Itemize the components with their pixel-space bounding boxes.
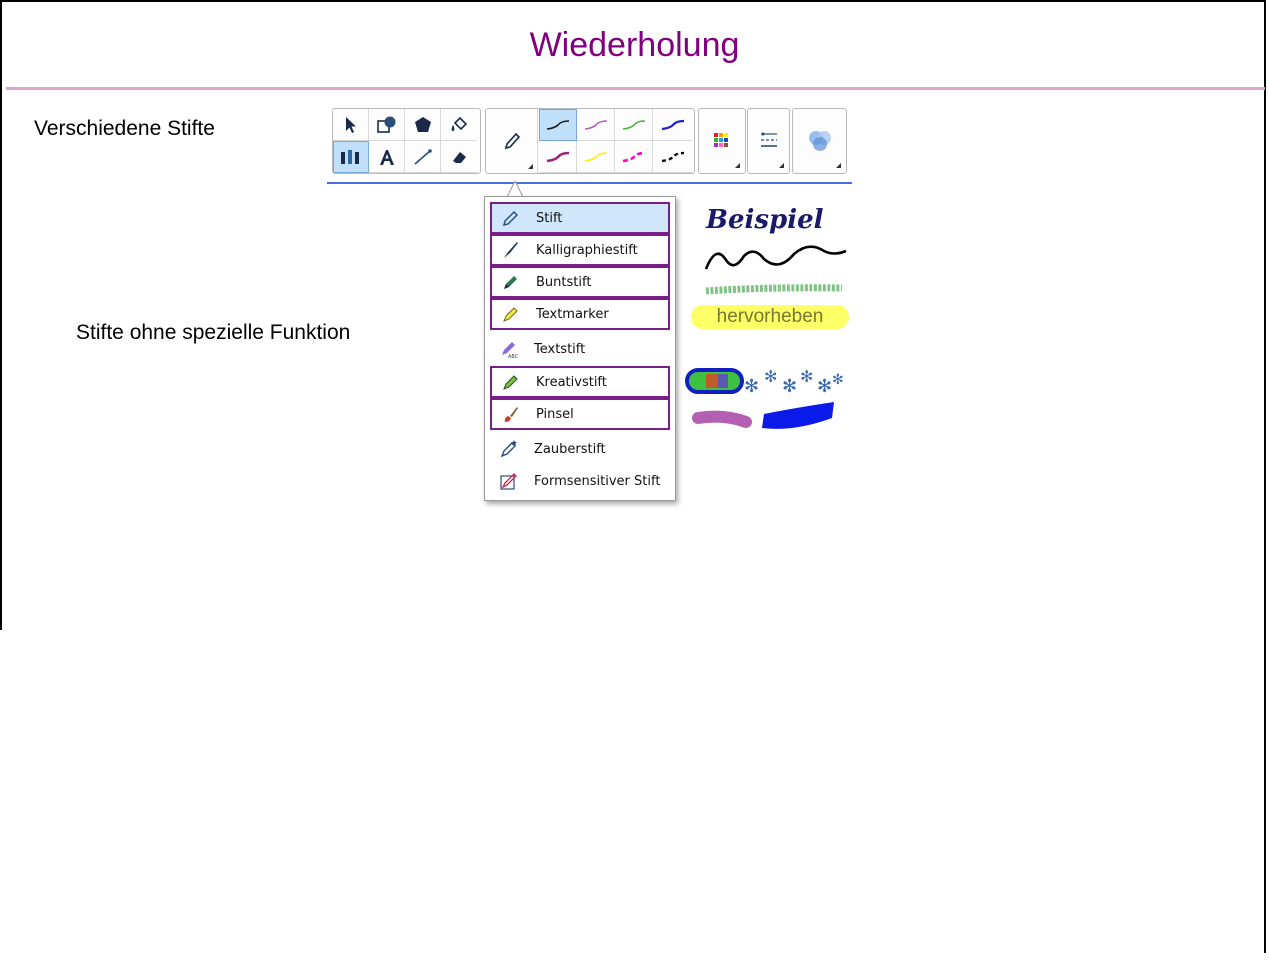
brush-purple-sample (692, 410, 752, 428)
paint-bucket-icon (451, 116, 468, 131)
brush-icon (500, 403, 522, 425)
calligraphy-wave-sample (704, 245, 847, 270)
menu-item-textstift[interactable]: ABC Textstift (490, 333, 670, 365)
svg-text:✻: ✻ (782, 376, 797, 397)
stroke-swatch-icon (546, 151, 569, 162)
svg-text:✻: ✻ (764, 367, 777, 386)
stroke-swatch-icon (584, 151, 607, 162)
pens-tool-button[interactable] (333, 141, 369, 173)
pen-color-2[interactable] (577, 109, 615, 141)
dropdown-corner-icon (779, 163, 784, 168)
pen-color-6[interactable] (577, 141, 615, 173)
transparency-icon (809, 131, 831, 151)
arrow-icon (345, 116, 356, 133)
eraser-tool-button[interactable] (441, 141, 477, 173)
shapes-tool-button[interactable] (369, 109, 405, 141)
highlight-sample: hervorheben (691, 305, 849, 329)
pen-icon (504, 132, 520, 150)
svg-text:✻: ✻ (800, 367, 813, 386)
menu-item-label: Textstift (534, 341, 586, 357)
stroke-swatch-icon (622, 151, 645, 162)
color-palette-button[interactable] (698, 108, 746, 174)
text-tool-button[interactable] (369, 141, 405, 173)
menu-item-label: Kalligraphiestift (536, 242, 638, 258)
highlighter-icon (500, 303, 522, 325)
pen-color-3[interactable] (615, 109, 653, 141)
menu-item-buntstift[interactable]: Buntstift (490, 266, 670, 298)
svg-text:✻: ✻ (817, 376, 832, 397)
dropdown-corner-icon (836, 163, 841, 168)
pens-icon (341, 150, 359, 164)
label-plain-pens: Stifte ohne spezielle Funktion (76, 321, 351, 344)
shapes-icon (376, 116, 395, 133)
svg-text:ABC: ABC (508, 354, 519, 359)
magic-pen-icon (498, 438, 520, 460)
eraser-icon (453, 151, 466, 163)
menu-item-label: Buntstift (536, 274, 592, 290)
menu-item-kalligraphiestift[interactable]: Kalligraphiestift (490, 234, 670, 266)
menu-item-label: Pinsel (536, 406, 574, 422)
smart-toolbar (327, 106, 852, 184)
label-pens: Verschiedene Stifte (34, 117, 215, 140)
menu-item-label: Formsensitiver Stift (534, 473, 661, 489)
text-pen-icon: ABC (498, 338, 520, 360)
line-style-icon (761, 132, 777, 147)
polygon-tool-button[interactable] (405, 109, 441, 141)
polygon-icon (414, 116, 431, 132)
stroke-swatch-icon (661, 119, 685, 130)
menu-item-label: Kreativstift (536, 374, 607, 390)
handwriting-sample: Beispiel (705, 205, 824, 235)
dropdown-corner-icon (528, 164, 533, 169)
pen-type-menu: Stift Kalligraphiestift Buntstift Textma… (484, 196, 676, 501)
pen-color-5[interactable] (539, 141, 577, 173)
line-icon (413, 148, 432, 165)
tools-group (332, 108, 481, 174)
crayon-icon (500, 271, 522, 293)
line-style-button[interactable] (747, 108, 790, 174)
menu-item-formsensitiver-stift[interactable]: Formsensitiver Stift (490, 465, 670, 497)
calligraphy-pen-icon (500, 239, 522, 261)
pen-type-button[interactable] (486, 109, 538, 173)
text-icon (379, 149, 394, 165)
menu-item-kreativstift[interactable]: Kreativstift (490, 366, 670, 398)
pen-color-1[interactable] (539, 109, 577, 141)
menu-item-label: Textmarker (536, 306, 609, 322)
menu-item-pinsel[interactable]: Pinsel (490, 398, 670, 430)
fill-effects-button[interactable] (792, 108, 847, 174)
brush-blue-sample (762, 402, 834, 429)
menu-item-zauberstift[interactable]: Zauberstift (490, 433, 670, 465)
color-grid-icon (714, 133, 728, 147)
svg-text:✻: ✻ (744, 376, 759, 397)
snowflake-stamps: ✻ ✻ ✻ ✻ ✻ ✻ (744, 367, 844, 397)
slide-title: Wiederholung (529, 26, 740, 64)
menu-item-label: Stift (536, 210, 563, 226)
menu-item-label: Zauberstift (534, 441, 606, 457)
stroke-swatch-icon (546, 120, 570, 130)
menu-item-stift[interactable]: Stift (490, 202, 670, 234)
frame-gap (0, 630, 6, 960)
stroke-swatch-icon (584, 119, 607, 130)
title-divider (6, 87, 1265, 90)
shape-pen-icon (498, 470, 520, 492)
svg-text:✻: ✻ (832, 372, 844, 388)
stroke-swatch-icon (622, 119, 645, 130)
pen-icon (500, 207, 522, 229)
pen-properties-group (485, 108, 695, 174)
select-tool-button[interactable] (333, 109, 369, 141)
crayon-stroke-sample (705, 284, 843, 295)
pen-color-7[interactable] (615, 141, 653, 173)
stroke-swatch-icon (661, 151, 685, 162)
fill-tool-button[interactable] (441, 109, 477, 141)
dropdown-corner-icon (735, 163, 740, 168)
menu-item-textmarker[interactable]: Textmarker (490, 298, 670, 330)
line-tool-button[interactable] (405, 141, 441, 173)
pen-color-8[interactable] (653, 141, 693, 173)
pen-color-4[interactable] (653, 109, 693, 141)
creative-pen-icon (500, 371, 522, 393)
